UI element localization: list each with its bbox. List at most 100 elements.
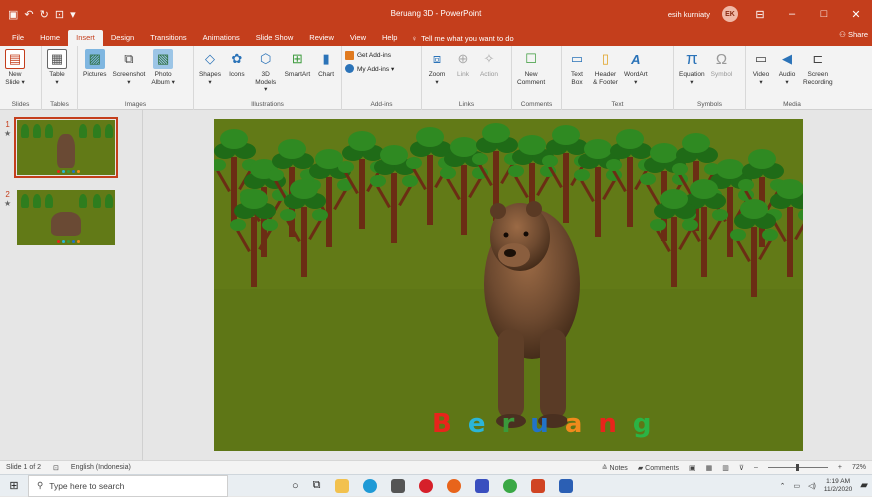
maximize-icon[interactable]: □	[814, 8, 834, 20]
get-addins-label: Get Add-ins	[357, 52, 391, 59]
tree-mini	[93, 194, 102, 208]
zoom-label: Zoom ▾	[428, 71, 446, 86]
tell-me-label: Tell me what you want to do	[421, 33, 514, 43]
shapes-icon: ◇	[204, 51, 215, 66]
firefox-icon[interactable]	[446, 478, 461, 493]
slideshow-icon[interactable]: ⊽	[739, 464, 744, 472]
slide-counter: Slide 1 of 2	[6, 464, 42, 471]
my-addins-button[interactable]: My Add-ins ▾	[345, 64, 394, 73]
customize-qat-icon[interactable]: ▾	[70, 8, 76, 21]
edge-icon[interactable]	[362, 478, 377, 493]
quick-access-toolbar: ▣ ↶ ↻ ⊡ ▾	[0, 8, 76, 21]
word-taskbar-icon[interactable]	[558, 478, 573, 493]
notifications-icon[interactable]: ▰	[860, 480, 868, 491]
store-icon[interactable]	[390, 478, 405, 493]
ribbon-tabs: File Home Insert Design Transitions Anim…	[0, 28, 872, 46]
task-view-icon[interactable]: ⧉	[313, 479, 321, 492]
taskbar-clock[interactable]: 1:19 AM 11/2/2020	[824, 478, 852, 494]
ribbon-insert: ▤ New Slide ▾ Slides ▦ Table ▾ Tables ▨ …	[0, 46, 872, 110]
video-label: Video ▾	[752, 71, 770, 86]
word-letter: u	[530, 409, 549, 439]
taskbar-search[interactable]: ⚲ Type here to search	[28, 474, 228, 497]
zoom-slider-thumb[interactable]	[795, 464, 799, 471]
normal-view-icon[interactable]: ▣	[689, 464, 696, 472]
windows-start-icon[interactable]: ⊞	[0, 479, 28, 492]
minimize-icon[interactable]: –	[782, 8, 802, 20]
undo-icon[interactable]: ↶	[24, 8, 33, 21]
group-illustrations: ◇ Shapes ▾ ✿ Icons ⬡ 3D Models ▾ ⊞ Smart…	[194, 46, 342, 110]
chrome-icon[interactable]	[502, 478, 517, 493]
lightbulb-icon: ♀	[411, 33, 418, 43]
user-name[interactable]: esih kurniaty	[668, 10, 710, 19]
tree-mini	[21, 124, 30, 138]
tab-transitions[interactable]: Transitions	[142, 30, 194, 46]
text-box-label: Text Box	[571, 71, 583, 86]
accessibility-icon[interactable]: ⊡	[53, 464, 59, 472]
volume-icon[interactable]: ◁)	[808, 482, 816, 490]
tree-mini	[33, 124, 42, 138]
tab-help[interactable]: Help	[374, 30, 405, 46]
slide-canvas[interactable]: Beruang	[214, 119, 803, 451]
opera-icon[interactable]	[418, 478, 433, 493]
word-beruang[interactable]: Beruang	[432, 409, 652, 439]
tree-mini	[79, 124, 88, 138]
share-button[interactable]: ⚇ Share	[839, 30, 868, 39]
save-icon[interactable]: ▣	[8, 8, 18, 21]
get-addins-button[interactable]: Get Add-ins	[345, 51, 394, 60]
comments-label: Comments	[645, 464, 679, 472]
slide-thumbnails-panel[interactable]: 1 ★ 2 ★	[0, 110, 143, 460]
tab-design[interactable]: Design	[103, 30, 142, 46]
screenshot-label: Screenshot ▾	[112, 71, 146, 86]
chevron-up-icon[interactable]: ⌃	[780, 482, 786, 490]
tab-animations[interactable]: Animations	[195, 30, 248, 46]
reading-view-icon[interactable]: ▥	[722, 464, 729, 472]
avatar[interactable]: EK	[722, 6, 738, 22]
chart-icon: ▮	[322, 51, 330, 66]
cortana-icon[interactable]: ○	[292, 480, 299, 492]
table-label: Table ▾	[49, 71, 65, 86]
vpn-icon[interactable]	[474, 478, 489, 493]
word-letter: g	[632, 409, 652, 439]
tree-mini	[79, 194, 88, 208]
ribbon-display-icon[interactable]: ⊟	[750, 8, 770, 21]
redo-icon[interactable]: ↻	[40, 8, 49, 21]
wordart-icon: A	[631, 51, 641, 67]
bear-3d-model[interactable]	[476, 179, 584, 429]
tab-home[interactable]: Home	[32, 30, 68, 46]
table-icon: ▦	[47, 49, 67, 69]
battery-icon[interactable]: ▭	[794, 482, 801, 490]
group-addins: Get Add-ins My Add-ins ▾ Add-ins	[342, 46, 422, 110]
slide-thumb-row-1: 1 ★	[4, 117, 119, 178]
zoom-level[interactable]: 72%	[852, 464, 866, 471]
language-indicator[interactable]: English (Indonesia)	[71, 464, 131, 471]
tell-me-search[interactable]: ♀ Tell me what you want to do	[405, 30, 521, 46]
text-box-icon: ▭	[570, 51, 584, 66]
group-text: ▭ Text Box ▯ Header & Footer A WordArt ▾…	[562, 46, 674, 110]
slide-thumbnail-1[interactable]	[14, 117, 119, 178]
clock-date: 11/2/2020	[823, 485, 853, 493]
slide-thumbnail-2[interactable]	[17, 190, 116, 245]
word-letter: r	[501, 409, 515, 439]
smartart-label: SmartArt	[284, 71, 311, 78]
tab-review[interactable]: Review	[301, 30, 342, 46]
tab-file[interactable]: File	[4, 30, 32, 46]
close-icon[interactable]: ✕	[846, 8, 866, 21]
tab-view[interactable]: View	[342, 30, 374, 46]
powerpoint-taskbar-icon[interactable]	[530, 478, 545, 493]
tab-slide-show[interactable]: Slide Show	[248, 30, 302, 46]
tab-insert[interactable]: Insert	[68, 30, 103, 46]
zoom-out-icon[interactable]: –	[754, 464, 758, 471]
slide-thumb-row-2: 2 ★	[4, 190, 116, 245]
store-icon	[345, 51, 354, 60]
present-icon[interactable]: ⊡	[55, 8, 64, 21]
group-addins-label: Add-ins	[370, 101, 393, 108]
omega-icon: Ω	[715, 50, 728, 68]
comments-button[interactable]: ▰ Comments	[638, 464, 679, 472]
slide-sorter-icon[interactable]: ▦	[706, 464, 713, 472]
file-explorer-icon[interactable]	[334, 478, 349, 493]
zoom-slider[interactable]	[767, 464, 828, 471]
3d-models-label: 3D Models ▾	[255, 71, 277, 93]
zoom-in-icon[interactable]: +	[838, 464, 842, 471]
tree-mini	[93, 124, 102, 138]
notes-button[interactable]: ≙ Notes	[602, 464, 628, 472]
